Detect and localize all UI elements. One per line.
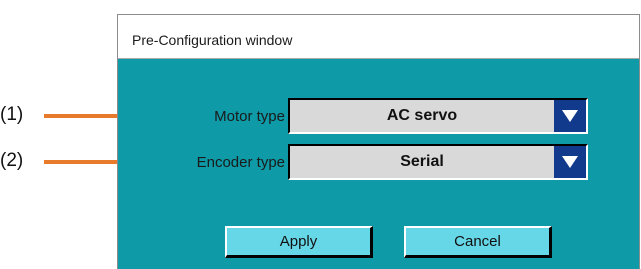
motor-type-select[interactable]: AC servo bbox=[288, 98, 588, 134]
callout-number-2: (2) bbox=[0, 150, 24, 171]
window-titlebar: Pre-Configuration window bbox=[118, 15, 639, 59]
callout-number-1: (1) bbox=[0, 104, 24, 125]
chevron-down-icon bbox=[562, 110, 578, 122]
chevron-down-icon bbox=[562, 156, 578, 168]
window-title: Pre-Configuration window bbox=[132, 32, 293, 48]
encoder-type-label: Encoder type bbox=[196, 154, 285, 171]
encoder-type-row: Encoder type Serial bbox=[118, 144, 639, 180]
motor-type-row: Motor type AC servo bbox=[118, 98, 639, 134]
motor-type-dropdown-button[interactable] bbox=[554, 100, 586, 132]
cancel-button[interactable]: Cancel bbox=[404, 226, 552, 258]
pre-configuration-window: Pre-Configuration window Motor type AC s… bbox=[117, 14, 640, 269]
encoder-type-value: Serial bbox=[400, 153, 444, 170]
motor-type-value: AC servo bbox=[386, 107, 458, 124]
encoder-type-select[interactable]: Serial bbox=[288, 144, 588, 180]
motor-type-label: Motor type bbox=[214, 108, 285, 125]
apply-button[interactable]: Apply bbox=[225, 226, 373, 258]
encoder-type-dropdown-button[interactable] bbox=[554, 146, 586, 178]
